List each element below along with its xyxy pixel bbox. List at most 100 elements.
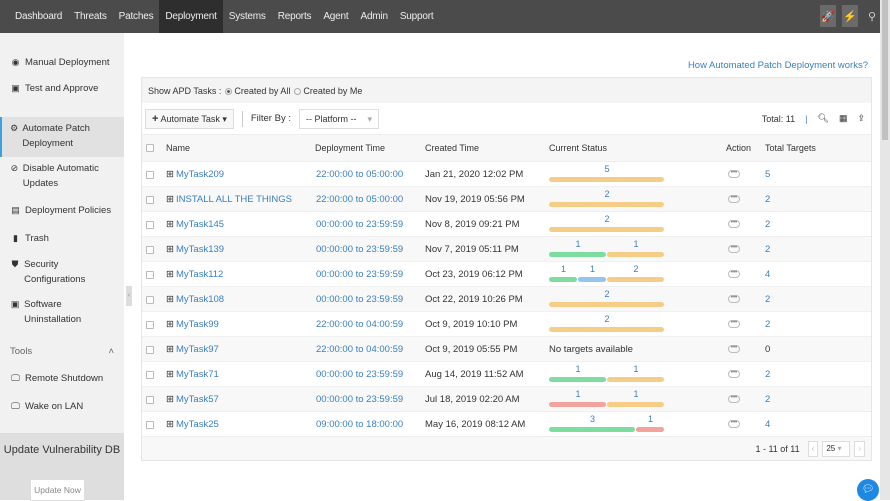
scrollbar[interactable] <box>880 0 890 500</box>
col-deployment-time[interactable]: Deployment Time <box>315 135 385 161</box>
status-bar[interactable]: 2 <box>549 214 665 234</box>
row-checkbox[interactable] <box>146 171 154 179</box>
task-name-link[interactable]: MyTask57 <box>176 387 219 412</box>
status-segment-pending[interactable] <box>549 202 664 207</box>
status-bar[interactable]: 31 <box>549 414 665 434</box>
row-checkbox[interactable] <box>146 296 154 304</box>
task-name-link[interactable]: MyTask112 <box>176 262 223 287</box>
total-targets[interactable]: 2 <box>765 237 770 262</box>
status-segment-pending[interactable] <box>549 302 664 307</box>
total-targets[interactable]: 2 <box>765 312 770 337</box>
sidebar-item-test-and-approve[interactable]: ▣ Test and Approve <box>0 77 124 117</box>
col-created-time[interactable]: Created Time <box>425 135 479 161</box>
row-checkbox[interactable] <box>146 396 154 404</box>
more-actions-icon[interactable]: ••• <box>728 245 740 253</box>
search-icon[interactable]: 🔍︎ <box>818 113 829 124</box>
sidebar-item-security-configurations[interactable]: ⛊ Security Configurations <box>0 253 124 293</box>
task-name-link[interactable]: MyTask99 <box>176 312 219 337</box>
sidebar-item-automate-patch-deployment[interactable]: ⚙ Automate Patch Deployment <box>0 117 124 157</box>
update-now-button[interactable]: Update Now <box>30 479 85 501</box>
status-segment-pending[interactable] <box>549 327 664 332</box>
sidebar-item-trash[interactable]: ▮ Trash <box>0 225 124 253</box>
task-name-link[interactable]: MyTask25 <box>176 412 219 437</box>
next-page-button[interactable]: › <box>854 440 865 457</box>
task-name-link[interactable]: INSTALL ALL THE THINGS <box>176 187 292 212</box>
nav-deployment[interactable]: Deployment <box>159 0 223 33</box>
status-segment-pending[interactable] <box>607 252 664 257</box>
task-name-link[interactable]: MyTask209 <box>176 162 224 187</box>
more-actions-icon[interactable]: ••• <box>728 270 740 278</box>
sidebar-item-disable-automatic-updates[interactable]: ⊘ Disable Automatic Updates <box>0 157 124 197</box>
column-chooser-icon[interactable]: ▦ <box>839 113 848 124</box>
task-name-link[interactable]: MyTask145 <box>176 212 224 237</box>
status-bar[interactable]: 2 <box>549 189 665 209</box>
status-bar[interactable]: 1 1 2 <box>549 264 665 284</box>
status-bar[interactable]: 2 <box>549 289 665 309</box>
status-bar[interactable]: 5 <box>549 164 665 184</box>
more-actions-icon[interactable]: ••• <box>728 170 740 178</box>
nav-patches[interactable]: Patches <box>113 0 160 33</box>
search-icon[interactable]: ⚲ <box>864 5 880 27</box>
status-segment-pending[interactable] <box>607 377 664 382</box>
row-checkbox[interactable] <box>146 196 154 204</box>
status-segment-pending[interactable] <box>607 402 664 407</box>
status-bar[interactable]: 2 <box>549 314 665 334</box>
total-targets[interactable]: 5 <box>765 162 770 187</box>
status-segment-success[interactable] <box>549 377 606 382</box>
automate-task-button[interactable]: + Automate Task ▾ <box>145 108 234 129</box>
radio-created-by-all[interactable]: Created by All <box>225 86 290 96</box>
nav-admin[interactable]: Admin <box>354 0 393 33</box>
tools-header[interactable]: Tools ˄ <box>0 346 124 357</box>
total-targets[interactable]: 2 <box>765 362 770 387</box>
more-actions-icon[interactable]: ••• <box>728 420 740 428</box>
row-checkbox[interactable] <box>146 321 154 329</box>
export-icon[interactable]: ⇪ <box>857 113 865 124</box>
row-checkbox[interactable] <box>146 346 154 354</box>
task-name-link[interactable]: MyTask71 <box>176 362 219 387</box>
status-segment-in_progress[interactable] <box>578 277 606 282</box>
status-segment-success[interactable] <box>549 427 635 432</box>
total-targets[interactable]: 2 <box>765 387 770 412</box>
task-name-link[interactable]: MyTask139 <box>176 237 224 262</box>
select-all-checkbox[interactable] <box>146 144 154 152</box>
platform-select[interactable]: -- Platform -- <box>298 108 379 129</box>
status-bar[interactable]: 11 <box>549 239 665 259</box>
total-targets[interactable]: 4 <box>765 412 770 437</box>
more-actions-icon[interactable]: ••• <box>728 220 740 228</box>
col-total-targets[interactable]: Total Targets <box>765 135 816 161</box>
status-segment-failed[interactable] <box>549 402 606 407</box>
more-actions-icon[interactable]: ••• <box>728 370 740 378</box>
total-targets[interactable]: 2 <box>765 187 770 212</box>
status-segment-pending[interactable] <box>549 177 664 182</box>
nav-dashboard[interactable]: Dashboard <box>9 0 68 33</box>
nav-support[interactable]: Support <box>394 0 440 33</box>
row-checkbox[interactable] <box>146 371 154 379</box>
status-segment-failed[interactable] <box>636 427 664 432</box>
nav-systems[interactable]: Systems <box>223 0 272 33</box>
row-checkbox[interactable] <box>146 271 154 279</box>
rocket-icon[interactable]: 🚀 <box>820 5 836 27</box>
more-actions-icon[interactable]: ••• <box>728 295 740 303</box>
chat-icon[interactable]: 💬︎ <box>857 479 879 501</box>
help-link[interactable]: How Automated Patch Deployment works? <box>688 60 868 71</box>
row-checkbox[interactable] <box>146 421 154 429</box>
more-actions-icon[interactable]: ••• <box>728 395 740 403</box>
col-name[interactable]: Name <box>166 135 190 161</box>
tool-remote-shutdown[interactable]: 🖵︎ Remote Shutdown <box>0 365 124 393</box>
more-actions-icon[interactable]: ••• <box>728 320 740 328</box>
sidebar-item-manual-deployment[interactable]: ◉ Manual Deployment <box>0 49 124 77</box>
per-page-select[interactable]: 25 ▾ <box>822 440 851 457</box>
status-segment-success[interactable] <box>549 277 577 282</box>
status-segment-success[interactable] <box>549 252 606 257</box>
row-checkbox[interactable] <box>146 246 154 254</box>
total-targets[interactable]: 4 <box>765 262 770 287</box>
sidebar-item-software-uninstallation[interactable]: ▣ Software Uninstallation <box>0 293 124 333</box>
status-segment-pending[interactable] <box>549 227 664 232</box>
nav-threats[interactable]: Threats <box>68 0 113 33</box>
task-name-link[interactable]: MyTask97 <box>176 337 219 362</box>
lightning-icon[interactable]: ⚡ <box>842 5 858 27</box>
prev-page-button[interactable]: ‹ <box>807 440 819 457</box>
more-actions-icon[interactable]: ••• <box>728 345 740 353</box>
sidebar-collapse-handle[interactable]: ‹ <box>126 286 132 306</box>
task-name-link[interactable]: MyTask108 <box>176 287 224 312</box>
